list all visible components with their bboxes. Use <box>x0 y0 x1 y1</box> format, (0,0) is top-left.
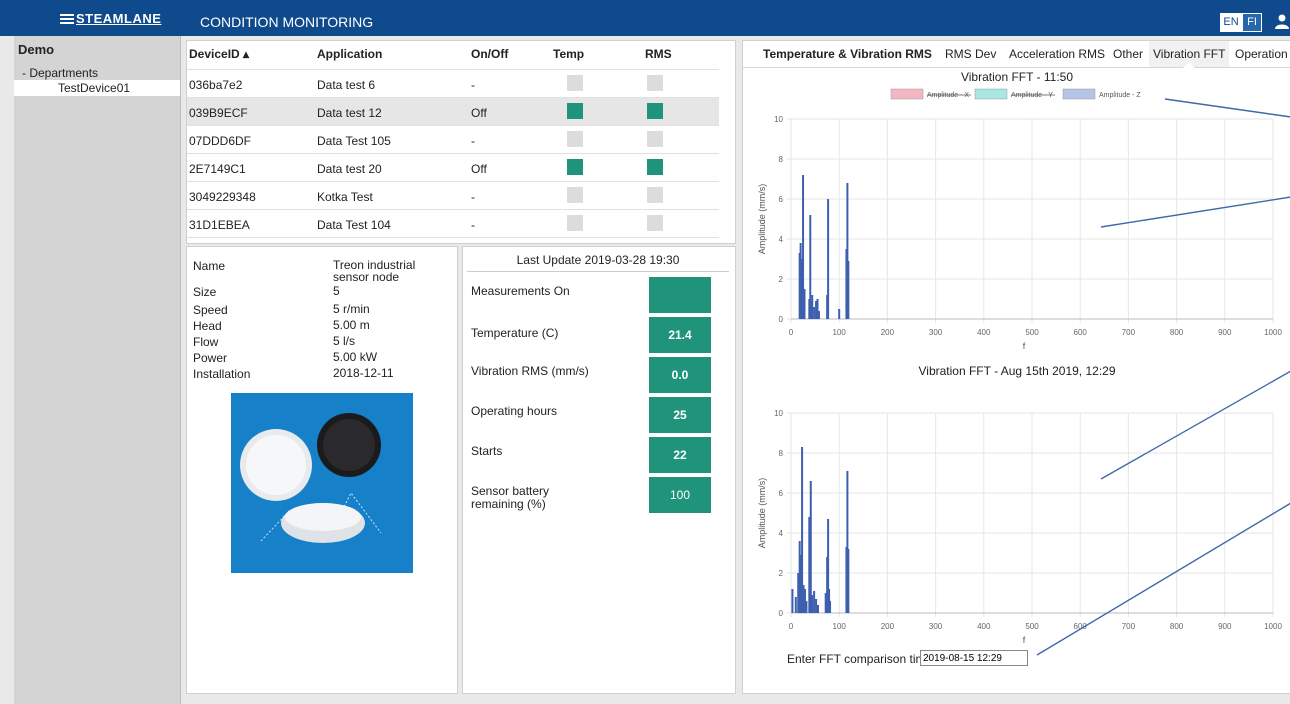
cell-onoff: - <box>471 218 475 232</box>
annotation-lines <box>1036 98 1290 656</box>
sidebar-item-device[interactable]: TestDevice01 <box>14 80 180 96</box>
cell-onoff: Off <box>471 162 487 176</box>
rms-status-indicator <box>647 131 663 147</box>
measure-value-box: 21.4 <box>649 317 711 353</box>
cell-device-id: 31D1EBEA <box>189 218 250 232</box>
measure-value-box: 25 <box>649 397 711 433</box>
info-value-size: 5 <box>333 284 340 298</box>
temp-status-indicator <box>567 131 583 147</box>
cell-application: Data Test 104 <box>317 218 391 232</box>
temp-status-indicator <box>567 103 583 119</box>
cell-application: Kotka Test <box>317 190 373 204</box>
sensor-photo <box>231 393 413 573</box>
sidebar-device-label: TestDevice01 <box>58 81 131 95</box>
cell-onoff: - <box>471 134 475 148</box>
cell-application: Data Test 105 <box>317 134 391 148</box>
info-label-size: Size <box>193 285 217 299</box>
cell-device-id: 3049229348 <box>189 190 256 204</box>
cell-application: Data test 20 <box>317 162 382 176</box>
info-label-power: Power <box>193 351 228 365</box>
column-header-application[interactable]: Application <box>317 47 382 61</box>
measure-value-box: 22 <box>649 437 711 473</box>
top-bar: STEAMLANE CONDITION MONITORING EN FI <box>0 0 1290 36</box>
measure-label: Sensor battery remaining (%) <box>471 484 550 511</box>
temp-status-indicator <box>567 75 583 91</box>
info-value-head: 5.00 m <box>333 318 370 332</box>
cell-device-id: 039B9ECF <box>189 106 248 120</box>
info-label-installation: Installation <box>193 367 251 381</box>
column-header-rms[interactable]: RMS <box>645 47 672 61</box>
info-value-flow: 5 l/s <box>333 334 356 348</box>
temp-status-indicator <box>567 215 583 231</box>
brand-logo[interactable]: STEAMLANE <box>60 11 161 26</box>
info-label-flow: Flow <box>193 335 219 349</box>
measure-value-box: 0.0 <box>649 357 711 393</box>
chart-panel: Temperature & Vibration RMS RMS Dev Acce… <box>742 40 1290 694</box>
measure-label: Starts <box>471 444 503 458</box>
table-row[interactable]: 039B9ECF Data test 12 Off <box>187 97 719 126</box>
info-label-speed: Speed <box>193 303 228 317</box>
info-value-power: 5.00 kW <box>333 350 378 364</box>
rms-status-indicator <box>647 159 663 175</box>
app-title: CONDITION MONITORING <box>200 14 374 30</box>
cell-application: Data test 6 <box>317 78 376 92</box>
info-value-installation: 2018-12-11 <box>333 366 394 380</box>
cell-device-id: 07DDD6DF <box>189 134 252 148</box>
table-row[interactable]: 2E7149C1 Data test 20 Off <box>187 153 719 182</box>
info-label-head: Head <box>193 319 222 333</box>
table-row[interactable]: 3049229348 Kotka Test - <box>187 181 719 210</box>
measure-label: Temperature (C) <box>471 326 559 340</box>
column-header-temp[interactable]: Temp <box>553 47 584 61</box>
table-row-partial[interactable] <box>187 237 719 243</box>
sidebar: Demo - Departments TestDevice01 <box>14 36 181 704</box>
cell-onoff: Off <box>471 106 487 120</box>
brand-name: STEAMLANE <box>76 11 162 26</box>
info-value-name: Treon industrial sensor node <box>333 258 416 284</box>
language-en-button[interactable]: EN <box>1220 13 1242 32</box>
info-value-speed: 5 r/min <box>333 302 370 316</box>
temp-status-indicator <box>567 159 583 175</box>
table-row[interactable]: 31D1EBEA Data Test 104 - <box>187 209 719 238</box>
device-info-panel: Name Treon industrial sensor node Size 5… <box>186 246 458 694</box>
menu-icon <box>60 12 74 26</box>
language-fi-button[interactable]: FI <box>1242 13 1262 32</box>
sidebar-item-departments[interactable]: - Departments <box>22 66 98 80</box>
rms-status-indicator <box>647 103 663 119</box>
cell-device-id: 036ba7e2 <box>189 78 243 92</box>
user-icon[interactable] <box>1274 13 1290 29</box>
cell-device-id: 2E7149C1 <box>189 162 246 176</box>
measure-label: Vibration RMS (mm/s) <box>471 364 589 378</box>
cell-application: Data test 12 <box>317 106 382 120</box>
temp-status-indicator <box>567 187 583 203</box>
measure-label: Operating hours <box>471 404 558 418</box>
table-row[interactable]: 07DDD6DF Data Test 105 - <box>187 125 719 154</box>
info-label-name: Name <box>193 259 226 273</box>
measure-value-box: 100 <box>649 477 711 513</box>
measure-label: Measurements On <box>471 284 570 298</box>
table-row[interactable]: 036ba7e2 Data test 6 - <box>187 69 719 98</box>
cell-onoff: - <box>471 78 475 92</box>
rms-status-indicator <box>647 215 663 231</box>
column-header-onoff[interactable]: On/Off <box>471 47 508 61</box>
sidebar-root[interactable]: Demo <box>18 42 54 57</box>
last-update: Last Update 2019-03-28 19:30 <box>467 253 729 272</box>
measurements-panel: Last Update 2019-03-28 19:30 Measurement… <box>462 246 736 694</box>
measure-value-box <box>649 277 711 313</box>
rms-status-indicator <box>647 187 663 203</box>
device-table: DeviceID ▴ Application On/Off Temp RMS 0… <box>186 40 736 244</box>
column-header-deviceid[interactable]: DeviceID ▴ <box>189 47 249 61</box>
cell-onoff: - <box>471 190 475 204</box>
rms-status-indicator <box>647 75 663 91</box>
